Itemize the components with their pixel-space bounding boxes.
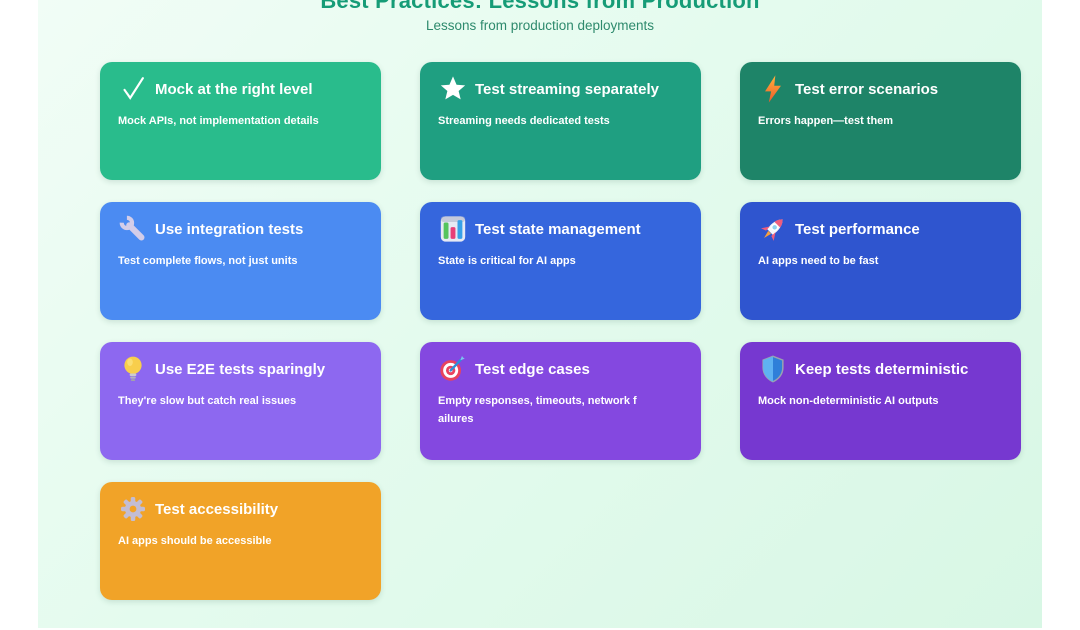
card-header: Test edge cases [438,352,683,386]
card-header: Test error scenarios [758,72,1003,106]
card-test-streaming-separately: Test streaming separately Streaming need… [420,62,701,180]
card-header: Test streaming separately [438,72,683,106]
card-test-error-scenarios: Test error scenarios Errors happen—test … [740,62,1021,180]
bar-chart-icon [438,214,468,244]
card-keep-tests-deterministic: Keep tests deterministic Mock non-determ… [740,342,1021,460]
card-title: Test streaming separately [475,81,659,98]
lightning-icon [758,74,788,104]
card-test-accessibility: Test accessibility AI apps should be acc… [100,482,381,600]
card-title: Mock at the right level [155,81,313,98]
card-header: Keep tests deterministic [758,352,1003,386]
card-description: Errors happen—test them [758,112,962,130]
lightbulb-icon [118,354,148,384]
gear-icon [118,494,148,524]
card-description: Empty responses, timeouts, network failu… [438,392,642,428]
card-description: Streaming needs dedicated tests [438,112,642,130]
card-description: They're slow but catch real issues [118,392,322,410]
content-panel: Best Practices: Lessons from Production … [38,0,1042,628]
card-use-e2e-tests-sparingly: Use E2E tests sparingly They're slow but… [100,342,381,460]
check-icon [118,74,148,104]
card-description: Test complete flows, not just units [118,252,322,270]
page-title: Best Practices: Lessons from Production [38,0,1042,12]
rocket-icon [758,214,788,244]
card-mock-at-right-level: Mock at the right level Mock APIs, not i… [100,62,381,180]
card-header: Use integration tests [118,212,363,246]
page-subtitle: Lessons from production deployments [38,17,1042,34]
card-title: Test edge cases [475,361,590,378]
card-header: Test performance [758,212,1003,246]
card-description: AI apps should be accessible [118,532,322,550]
card-test-edge-cases: Test edge cases Empty responses, timeout… [420,342,701,460]
card-title: Test state management [475,221,641,238]
card-title: Test accessibility [155,501,278,518]
card-header: Test accessibility [118,492,363,526]
card-description: Mock APIs, not implementation details [118,112,322,130]
star-icon [438,74,468,104]
card-description: Mock non-deterministic AI outputs [758,392,962,410]
card-title: Use E2E tests sparingly [155,361,325,378]
card-title: Keep tests deterministic [795,361,968,378]
card-test-performance: Test performance AI apps need to be fast [740,202,1021,320]
target-icon [438,354,468,384]
card-description: AI apps need to be fast [758,252,962,270]
card-use-integration-tests: Use integration tests Test complete flow… [100,202,381,320]
card-header: Use E2E tests sparingly [118,352,363,386]
wrench-icon [118,214,148,244]
best-practices-grid: Mock at the right level Mock APIs, not i… [100,62,1042,600]
card-title: Test error scenarios [795,81,938,98]
card-description: State is critical for AI apps [438,252,642,270]
card-title: Test performance [795,221,920,238]
card-header: Mock at the right level [118,72,363,106]
card-title: Use integration tests [155,221,303,238]
card-test-state-management: Test state management State is critical … [420,202,701,320]
card-header: Test state management [438,212,683,246]
shield-icon [758,354,788,384]
